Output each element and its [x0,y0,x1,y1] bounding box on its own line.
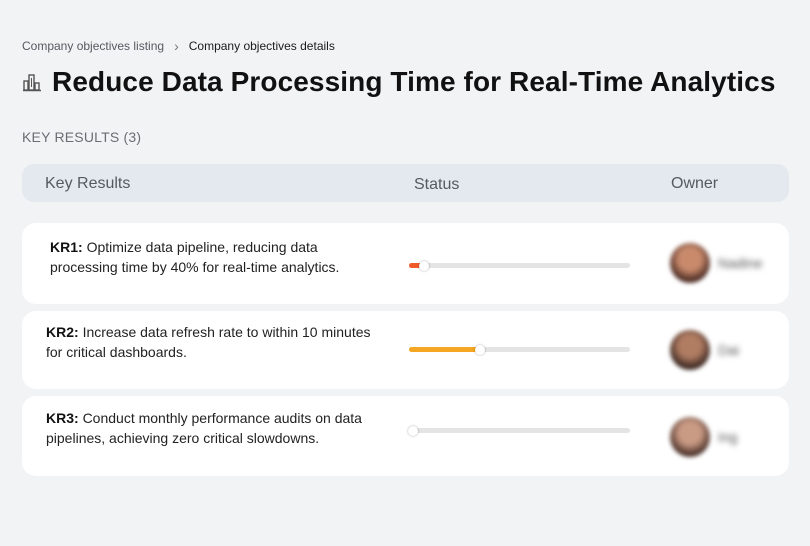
table-header: Key Results Status Owner [22,164,789,202]
owner-name: Dai [718,342,740,358]
progress-bar [409,344,630,355]
key-result-code: KR2: [46,324,79,340]
owner[interactable]: Dai [670,330,739,370]
progress-handle[interactable] [419,260,430,271]
key-result-description: Increase data refresh rate to within 10 … [46,324,371,360]
progress-bar [408,425,630,436]
key-result-row-1[interactable]: KR1: Optimize data pipeline, reducing da… [22,223,789,304]
key-result-text: KR1: Optimize data pipeline, reducing da… [50,237,350,277]
avatar [670,243,710,283]
progress-fill [409,347,480,352]
column-header-owner: Owner [671,175,719,192]
avatar [670,330,710,370]
breadcrumb-current: Company objectives details [188,39,335,53]
owner-name: Nadine [718,255,763,271]
key-result-row-3[interactable]: KR3: Conduct monthly performance audits … [22,396,789,476]
key-result-text: KR3: Conduct monthly performance audits … [46,408,376,448]
key-result-code: KR1: [50,239,83,255]
building-chart-icon [22,72,42,92]
key-result-description: Optimize data pipeline, reducing data pr… [50,239,340,275]
progress-bar [409,260,630,271]
key-result-code: KR3: [46,410,79,426]
key-result-text: KR2: Increase data refresh rate to withi… [46,322,386,362]
avatar [670,417,710,457]
page-title: Reduce Data Processing Time for Real-Tim… [52,66,776,97]
chevron-right-icon: › [174,38,179,54]
breadcrumb: Company objectives listing › Company obj… [22,39,335,53]
objective-header: Reduce Data Processing Time for Real-Tim… [22,66,776,98]
owner[interactable]: Nadine [670,243,762,283]
column-header-status: Status [414,176,460,193]
breadcrumb-parent-link[interactable]: Company objectives listing [22,39,164,53]
owner[interactable]: Ing [670,417,737,457]
progress-handle[interactable] [474,344,485,355]
key-result-description: Conduct monthly performance audits on da… [46,410,362,446]
progress-handle[interactable] [408,425,419,436]
key-result-row-2[interactable]: KR2: Increase data refresh rate to withi… [22,311,789,389]
column-header-key-results: Key Results [45,175,131,192]
key-results-count-label: KEY RESULTS (3) [22,129,142,145]
owner-name: Ing [718,429,738,445]
